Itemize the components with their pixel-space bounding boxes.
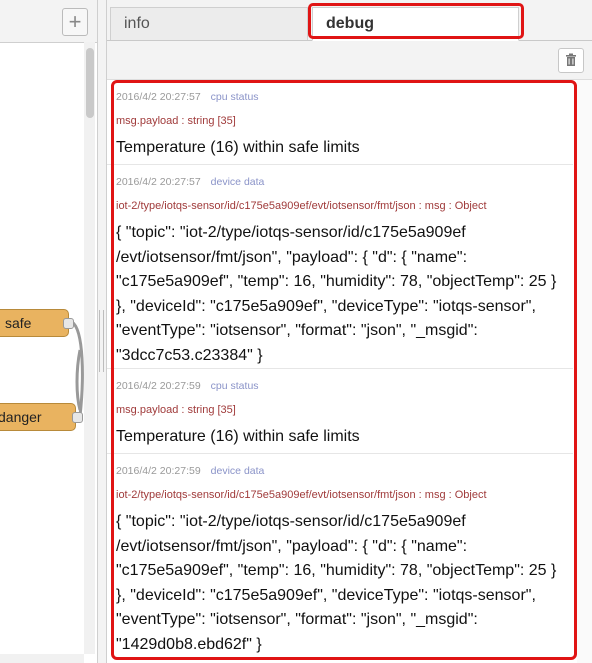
tab-info-label: info [124, 15, 150, 32]
messages-highlight [111, 80, 577, 660]
canvas-scroll-thumb[interactable] [86, 48, 94, 118]
debug-toolbar [107, 41, 592, 80]
node-output-port[interactable] [63, 318, 74, 329]
flow-node-danger[interactable]: danger [0, 403, 76, 431]
node-output-port[interactable] [72, 412, 83, 423]
trash-icon [566, 53, 576, 66]
flow-canvas[interactable]: + safe danger [0, 0, 97, 663]
debug-scrollbar[interactable] [577, 80, 592, 663]
sidebar-tabbar: info debug [107, 0, 592, 41]
flow-node-danger-label: danger [0, 409, 42, 425]
tab-info[interactable]: info [110, 7, 308, 40]
flow-node-safe-label: safe [5, 315, 32, 331]
canvas-horizontal-scrollbar[interactable] [0, 654, 84, 663]
splitter-handle[interactable] [99, 310, 104, 372]
debug-tab-highlight [308, 3, 524, 39]
clear-debug-button[interactable] [558, 48, 584, 73]
canvas-vertical-scrollbar[interactable] [84, 42, 95, 654]
flow-node-safe[interactable]: safe [0, 309, 69, 337]
